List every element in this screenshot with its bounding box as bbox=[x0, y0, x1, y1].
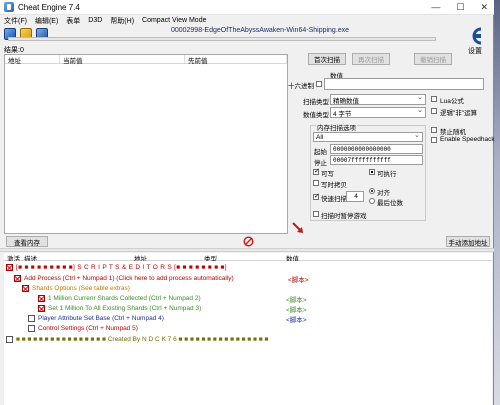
value-type-select[interactable]: 4 字节 bbox=[330, 106, 426, 118]
start-address-input[interactable]: 0000000000000000 bbox=[330, 144, 423, 154]
next-scan-button[interactable]: 再次扫描 bbox=[352, 53, 390, 65]
window-controls: — ☐ ✕ bbox=[431, 2, 488, 13]
first-scan-button[interactable]: 首次扫描 bbox=[308, 53, 346, 65]
table-row[interactable]: Set 1 Million To All Existing Shards (Ct… bbox=[38, 304, 307, 314]
stop-label: 停止 bbox=[314, 160, 327, 167]
table-row[interactable]: [■ ■ ■ ■ ■ ■ ■ ■ ■] S C R I P T S & E D … bbox=[6, 263, 227, 272]
disable-random-label: 禁止随机 bbox=[440, 129, 466, 136]
stop-icon[interactable] bbox=[243, 236, 254, 247]
lua-formula-label: Lua公式 bbox=[440, 98, 464, 105]
active-checkbox[interactable] bbox=[38, 305, 45, 312]
pause-game-checkbox[interactable] bbox=[313, 211, 319, 217]
start-label: 起始 bbox=[314, 149, 327, 156]
alignment-label: 对齐 bbox=[377, 190, 390, 197]
undo-scan-button[interactable]: 撤销扫描 bbox=[414, 53, 452, 65]
menu-table[interactable]: 表单 bbox=[62, 16, 84, 26]
row-description: ■ ■ ■ ■ ■ ■ ■ ■ ■ ■ ■ ■ ■ ■ ■ ■ Created … bbox=[16, 336, 269, 343]
writable-label: 可写 bbox=[321, 171, 334, 178]
col-previous-value[interactable]: 先前值 bbox=[185, 55, 287, 65]
alignment-radio[interactable] bbox=[369, 188, 375, 194]
row-description: Control Settings (Ctrl + Numpad 5) bbox=[38, 325, 138, 332]
active-checkbox[interactable] bbox=[28, 325, 35, 332]
maximize-icon[interactable]: ☐ bbox=[456, 2, 464, 13]
table-row[interactable]: Player Attribute Set Base (Ctrl + Numpad… bbox=[28, 314, 307, 324]
menu-edit[interactable]: 编辑(E) bbox=[31, 16, 62, 26]
hex-checkbox[interactable] bbox=[316, 81, 322, 87]
minimize-icon[interactable]: — bbox=[431, 2, 440, 13]
fast-scan-checkbox[interactable] bbox=[313, 192, 320, 200]
speedhack-label: Enable Speedhack bbox=[440, 136, 495, 143]
cheat-table-header: 激活 描述 地址 类型 数值 bbox=[4, 253, 492, 263]
fast-scan-alignment-input[interactable]: 4 bbox=[346, 191, 364, 202]
disable-random-checkbox[interactable] bbox=[431, 127, 437, 133]
active-checkbox[interactable] bbox=[28, 315, 35, 322]
view-memory-button[interactable]: 查看内存 bbox=[6, 236, 48, 247]
copy-on-write-label: 写时拷贝 bbox=[321, 182, 347, 189]
not-logic-checkbox[interactable] bbox=[431, 108, 437, 114]
memory-scan-options-label: 内存扫描选项 bbox=[316, 122, 357, 132]
col-current-value[interactable]: 当前值 bbox=[60, 55, 185, 65]
memory-region-select[interactable]: All bbox=[313, 131, 423, 142]
results-header: 地址 当前值 先前值 bbox=[5, 55, 287, 65]
table-row[interactable]: ■ ■ ■ ■ ■ ■ ■ ■ ■ ■ ■ ■ ■ ■ ■ ■ Created … bbox=[6, 335, 268, 344]
menu-d3d[interactable]: D3D bbox=[84, 17, 106, 24]
window-title: Cheat Engine 7.4 bbox=[18, 2, 80, 12]
row-description: Shards Options (See table extras) bbox=[32, 285, 130, 292]
row-value: <脚本> bbox=[286, 296, 307, 304]
active-checkbox[interactable] bbox=[6, 336, 13, 343]
last-digits-radio[interactable] bbox=[369, 198, 375, 204]
not-logic-label: 逻辑"非"运算 bbox=[440, 110, 478, 117]
last-digits-label: 最后位数 bbox=[377, 200, 403, 207]
scan-type-select[interactable]: 精确数值 bbox=[330, 93, 426, 105]
close-icon[interactable]: ✕ bbox=[480, 2, 488, 13]
main-window: Cheat Engine 7.4 — ☐ ✕ 文件(F) 编辑(E) 表单 D3… bbox=[0, 0, 495, 405]
stop-address-input[interactable]: 00007fffffffffff bbox=[330, 155, 423, 165]
value-type-label: 数值类型 bbox=[303, 112, 329, 119]
settings-label[interactable]: 设置 bbox=[468, 46, 482, 56]
row-description: [■ ■ ■ ■ ■ ■ ■ ■ ■] S C R I P T S & E D … bbox=[16, 264, 227, 271]
menu-compact-view[interactable]: Compact View Mode bbox=[138, 17, 210, 24]
row-value: <脚本> bbox=[286, 306, 307, 314]
table-row[interactable]: Shards Options (See table extras) bbox=[22, 284, 130, 293]
menu-file[interactable]: 文件(F) bbox=[0, 16, 31, 26]
menu-bar: 文件(F) 编辑(E) 表单 D3D 帮助(H) Compact View Mo… bbox=[0, 15, 494, 26]
table-row[interactable]: Control Settings (Ctrl + Numpad 5) bbox=[28, 324, 138, 333]
cheat-engine-logo-icon[interactable] bbox=[468, 26, 486, 46]
fast-scan-label: 快速扫描 bbox=[321, 196, 347, 203]
menu-help[interactable]: 帮助(H) bbox=[106, 16, 138, 26]
hex-label: 十六进制 bbox=[288, 83, 314, 90]
row-description: 1 Million Currenr Shards Collected (Ctrl… bbox=[48, 295, 201, 302]
app-logo-icon bbox=[4, 2, 14, 12]
add-to-list-arrow-icon[interactable] bbox=[292, 222, 304, 234]
active-checkbox[interactable] bbox=[22, 285, 29, 292]
speedhack-checkbox[interactable] bbox=[431, 137, 437, 143]
row-description: Set 1 Million To All Existing Shards (Ct… bbox=[48, 305, 202, 312]
scan-type-label: 扫描类型 bbox=[303, 99, 329, 106]
writable-checkbox[interactable] bbox=[313, 167, 320, 175]
scan-progress-bar bbox=[8, 37, 436, 41]
cheat-table[interactable]: [■ ■ ■ ■ ■ ■ ■ ■ ■] S C R I P T S & E D … bbox=[4, 261, 492, 405]
pause-game-label: 扫描时暂停游戏 bbox=[321, 213, 367, 220]
table-row[interactable]: 1 Million Currenr Shards Collected (Ctrl… bbox=[38, 294, 307, 304]
col-address[interactable]: 地址 bbox=[5, 55, 60, 65]
active-checkbox[interactable] bbox=[14, 275, 21, 282]
add-address-manually-button[interactable]: 手动添加地址 bbox=[446, 236, 490, 247]
value-input[interactable] bbox=[324, 78, 484, 90]
copy-on-write-checkbox[interactable] bbox=[313, 180, 319, 186]
process-name: 00002998-EdgeOfTheAbyssAwaken-Win64-Ship… bbox=[170, 27, 350, 34]
executable-checkbox[interactable] bbox=[369, 169, 375, 175]
active-checkbox[interactable] bbox=[38, 295, 45, 302]
lua-formula-checkbox[interactable] bbox=[431, 96, 437, 102]
row-description: Player Attribute Set Base (Ctrl + Numpad… bbox=[38, 315, 164, 322]
results-list[interactable]: 地址 当前值 先前值 bbox=[4, 54, 288, 234]
table-row[interactable]: Add Process (Ctrl + Numpad 1) (Click her… bbox=[14, 274, 309, 284]
row-description: Add Process (Ctrl + Numpad 1) (Click her… bbox=[24, 275, 234, 282]
row-value: <脚本> bbox=[286, 316, 307, 324]
executable-label: 可执行 bbox=[377, 171, 397, 178]
active-checkbox[interactable] bbox=[6, 264, 13, 271]
splitter[interactable] bbox=[0, 248, 494, 252]
title-bar: Cheat Engine 7.4 — ☐ ✕ bbox=[0, 0, 494, 15]
row-value: <脚本> bbox=[288, 276, 309, 284]
